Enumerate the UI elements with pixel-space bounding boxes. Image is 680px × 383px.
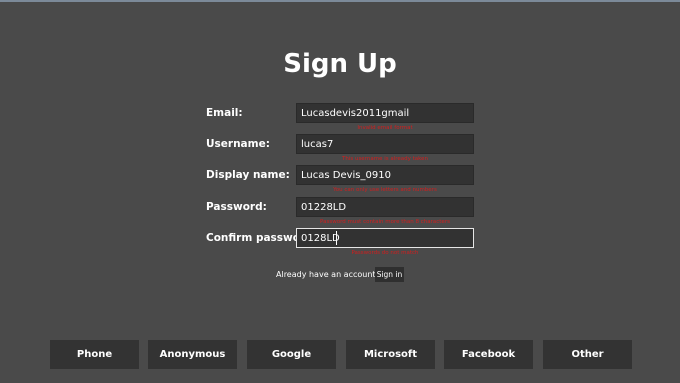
username-row: Username: This username is already taken [0, 134, 680, 162]
password-label: Password: [206, 201, 267, 213]
email-field[interactable] [296, 103, 474, 123]
confirm-password-error: Passwords do not match [351, 250, 419, 256]
phone-button[interactable]: Phone [50, 340, 139, 369]
display-name-label: Display name: [206, 169, 290, 181]
password-error: Password must contain more than 8 charac… [320, 219, 450, 225]
provider-buttons: Phone Anonymous Google Microsoft Faceboo… [0, 340, 680, 369]
anonymous-button[interactable]: Anonymous [148, 340, 237, 369]
username-error: This username is already taken [341, 156, 429, 162]
password-field[interactable] [296, 197, 474, 217]
display-name-field[interactable] [296, 165, 474, 185]
confirm-password-field[interactable] [296, 228, 474, 248]
signin-row: Already have an account? Sign in [0, 267, 680, 283]
confirm-password-row: Confirm password: Passwords do not match [0, 228, 680, 256]
email-row: Email: Invalid email format [0, 103, 680, 131]
display-name-row: Display name: You can only use letters a… [0, 165, 680, 193]
password-row: Password: Password must contain more tha… [0, 197, 680, 225]
text-cursor [336, 231, 337, 245]
other-button[interactable]: Other [543, 340, 632, 369]
display-name-error: You can only use letters and numbers [333, 187, 437, 193]
microsoft-button[interactable]: Microsoft [346, 340, 435, 369]
page-title: Sign Up [283, 49, 397, 79]
google-button[interactable]: Google [247, 340, 336, 369]
email-label: Email: [206, 107, 243, 119]
facebook-button[interactable]: Facebook [444, 340, 533, 369]
email-error: Invalid email format [357, 125, 413, 131]
sign-in-button[interactable]: Sign in [375, 267, 404, 282]
username-field[interactable] [296, 134, 474, 154]
have-account-text: Already have an account? [276, 270, 380, 279]
top-border [0, 0, 680, 2]
username-label: Username: [206, 138, 270, 150]
